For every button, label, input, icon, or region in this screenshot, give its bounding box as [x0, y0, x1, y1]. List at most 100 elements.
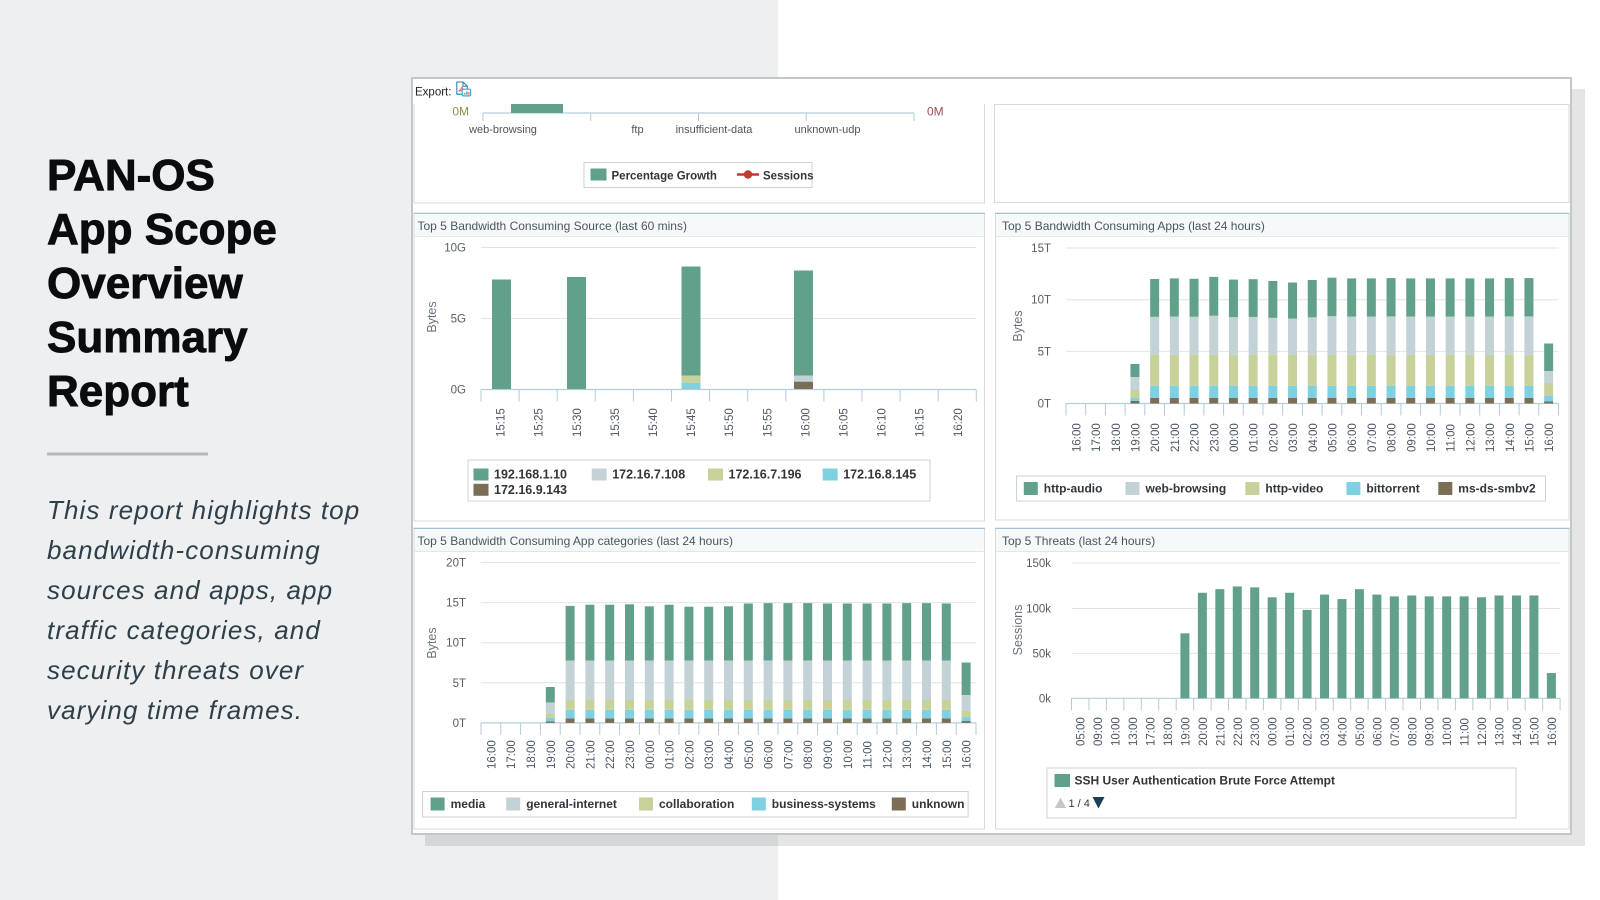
- svg-text:11:00: 11:00: [1460, 718, 1472, 746]
- svg-text:17:00: 17:00: [1091, 423, 1103, 452]
- svg-text:150k: 150k: [1026, 558, 1051, 570]
- svg-text:16:10: 16:10: [877, 408, 889, 437]
- svg-text:16:00: 16:00: [962, 740, 974, 769]
- svg-text:23:00: 23:00: [1209, 423, 1221, 452]
- svg-text:15:15: 15:15: [496, 408, 508, 437]
- svg-text:50k: 50k: [1032, 648, 1051, 660]
- svg-text:12:00: 12:00: [1465, 423, 1477, 452]
- svg-text:21:00: 21:00: [1170, 423, 1182, 452]
- svg-text:16:20: 16:20: [953, 408, 965, 437]
- svg-text:22:00: 22:00: [1190, 423, 1202, 452]
- svg-text:http-video: http-video: [1265, 482, 1323, 496]
- svg-text:0T: 0T: [1038, 399, 1051, 411]
- svg-text:web-browsing: web-browsing: [468, 124, 537, 136]
- svg-text:20:00: 20:00: [1150, 423, 1162, 452]
- svg-text:12:00: 12:00: [882, 740, 894, 769]
- svg-text:09:00: 09:00: [1093, 717, 1105, 746]
- svg-text:172.16.7.108: 172.16.7.108: [612, 468, 685, 482]
- svg-text:5T: 5T: [1038, 346, 1051, 358]
- svg-text:bittorrent: bittorrent: [1366, 482, 1419, 496]
- svg-text:varying time frames.: varying time frames.: [47, 695, 303, 725]
- svg-text:Top 5 Bandwidth Consuming Apps: Top 5 Bandwidth Consuming Apps (last 24 …: [1002, 219, 1265, 233]
- svg-text:07:00: 07:00: [783, 740, 795, 769]
- svg-text:0k: 0k: [1039, 693, 1051, 705]
- svg-text:01:00: 01:00: [1285, 717, 1297, 746]
- svg-text:100k: 100k: [1026, 604, 1051, 616]
- svg-text:unknown-udp: unknown-udp: [794, 124, 860, 136]
- svg-text:business-systems: business-systems: [772, 797, 876, 811]
- svg-text:sources and apps, app: sources and apps, app: [47, 575, 333, 605]
- svg-text:02:00: 02:00: [1268, 423, 1280, 452]
- svg-text:18:00: 18:00: [1111, 423, 1123, 452]
- svg-text:Sessions: Sessions: [763, 171, 814, 183]
- svg-text:PAN-OS: PAN-OS: [47, 151, 215, 200]
- svg-text:10:00: 10:00: [1426, 423, 1438, 452]
- svg-text:16:00: 16:00: [1071, 423, 1083, 452]
- svg-text:16:00: 16:00: [1544, 423, 1556, 452]
- svg-text:15:45: 15:45: [686, 408, 698, 437]
- svg-text:17:00: 17:00: [1146, 717, 1158, 746]
- svg-text:15:30: 15:30: [572, 408, 584, 437]
- svg-text:12:00: 12:00: [1477, 717, 1489, 746]
- svg-text:5G: 5G: [451, 314, 466, 326]
- svg-text:20:00: 20:00: [1198, 717, 1210, 746]
- svg-text:10T: 10T: [1031, 295, 1051, 307]
- svg-text:01:00: 01:00: [1249, 423, 1261, 452]
- svg-text:Report: Report: [47, 367, 189, 416]
- svg-text:Bytes: Bytes: [1011, 310, 1025, 341]
- svg-text:17:00: 17:00: [506, 740, 518, 769]
- svg-text:insufficient-data: insufficient-data: [676, 124, 754, 136]
- svg-text:03:00: 03:00: [1288, 423, 1300, 452]
- svg-text:Summary: Summary: [47, 313, 248, 362]
- svg-text:18:00: 18:00: [526, 740, 538, 769]
- svg-text:03:00: 03:00: [1320, 717, 1332, 746]
- svg-text:Sessions: Sessions: [1011, 605, 1025, 656]
- svg-text:general-internet: general-internet: [526, 797, 617, 811]
- svg-text:03:00: 03:00: [704, 740, 716, 769]
- svg-text:19:00: 19:00: [1180, 717, 1192, 746]
- svg-text:10:00: 10:00: [843, 740, 855, 769]
- svg-text:unknown: unknown: [912, 797, 965, 811]
- svg-text:10:00: 10:00: [1111, 717, 1123, 746]
- svg-text:00:00: 00:00: [645, 740, 657, 769]
- svg-text:02:00: 02:00: [1303, 717, 1315, 746]
- svg-text:09:00: 09:00: [1425, 717, 1437, 746]
- svg-text:15:40: 15:40: [648, 408, 660, 437]
- svg-text:172.16.9.143: 172.16.9.143: [494, 483, 567, 497]
- svg-text:collaboration: collaboration: [659, 797, 734, 811]
- svg-text:16:00: 16:00: [486, 740, 498, 769]
- svg-text:Bytes: Bytes: [425, 301, 439, 332]
- svg-text:23:00: 23:00: [1250, 717, 1262, 746]
- svg-text:172.16.8.145: 172.16.8.145: [843, 468, 916, 482]
- svg-text:ftp: ftp: [631, 124, 643, 136]
- svg-text:15:25: 15:25: [534, 408, 546, 437]
- svg-text:13:00: 13:00: [902, 740, 914, 769]
- svg-text:10T: 10T: [446, 638, 466, 650]
- svg-text:04:00: 04:00: [1337, 717, 1349, 746]
- svg-text:21:00: 21:00: [1215, 717, 1227, 746]
- svg-text:08:00: 08:00: [1407, 717, 1419, 746]
- svg-text:04:00: 04:00: [1308, 423, 1320, 452]
- svg-text:05:00: 05:00: [1327, 423, 1339, 452]
- svg-text:0M: 0M: [927, 105, 944, 119]
- svg-text:Percentage Growth: Percentage Growth: [612, 171, 717, 183]
- svg-text:traffic categories, and: traffic categories, and: [47, 615, 321, 645]
- svg-text:172.16.7.196: 172.16.7.196: [729, 468, 802, 482]
- svg-text:5T: 5T: [453, 678, 466, 690]
- svg-text:19:00: 19:00: [1130, 423, 1142, 452]
- svg-text:bandwidth-consuming: bandwidth-consuming: [47, 535, 321, 565]
- svg-text:Top 5 Bandwidth Consuming Sour: Top 5 Bandwidth Consuming Source (last 6…: [418, 219, 687, 233]
- svg-text:Top 5 Bandwidth Consuming App: Top 5 Bandwidth Consuming App categories…: [418, 534, 734, 548]
- svg-text:23:00: 23:00: [625, 740, 637, 769]
- svg-text:16:15: 16:15: [915, 408, 927, 437]
- svg-text:http-audio: http-audio: [1044, 482, 1103, 496]
- svg-text:10G: 10G: [444, 243, 466, 255]
- svg-text:07:00: 07:00: [1390, 717, 1402, 746]
- svg-text:15:00: 15:00: [942, 740, 954, 769]
- svg-text:08:00: 08:00: [1387, 423, 1399, 452]
- svg-text:08:00: 08:00: [803, 740, 815, 769]
- svg-text:04:00: 04:00: [724, 740, 736, 769]
- svg-text:09:00: 09:00: [823, 740, 835, 769]
- svg-text:15:00: 15:00: [1524, 423, 1536, 452]
- svg-text:18:00: 18:00: [1163, 717, 1175, 746]
